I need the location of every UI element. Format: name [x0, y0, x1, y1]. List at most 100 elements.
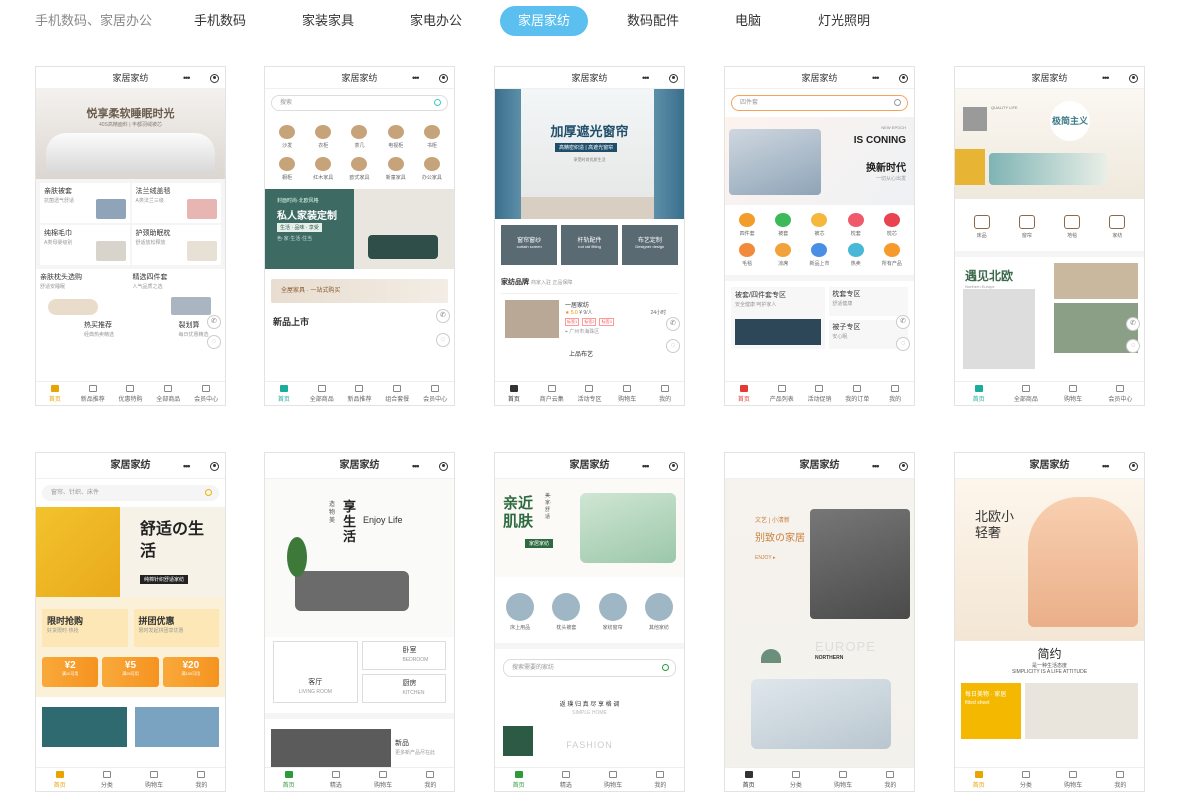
capsule-menu[interactable]: •••	[183, 72, 219, 84]
search-input[interactable]: 四件套	[731, 95, 908, 111]
phone-float-icon[interactable]: ✆	[1126, 317, 1140, 331]
tab-bar-item[interactable]: 购物车	[820, 768, 867, 791]
more-icon[interactable]: •••	[412, 72, 420, 84]
tab-bar-item[interactable]: 我的	[646, 382, 684, 405]
category-item[interactable]: 枕套	[838, 213, 874, 237]
tab-bar-item[interactable]: 分类	[83, 768, 130, 791]
product-thumb[interactable]	[134, 707, 219, 747]
more-icon[interactable]: •••	[872, 72, 880, 84]
tab-bar-item[interactable]: 活动促销	[801, 382, 839, 405]
tab-bar-item[interactable]: 会员中心	[416, 382, 454, 405]
category-item[interactable]: 四件套	[729, 213, 765, 237]
tab-bar-item[interactable]: 首页	[495, 768, 542, 791]
daily-tile[interactable]: 每日美物 · 家居 fitted sheet	[961, 683, 1021, 739]
chat-float-icon[interactable]: ◌	[896, 337, 910, 351]
tab-bar-item[interactable]: 首页	[265, 768, 312, 791]
banner-unique-home[interactable]: 文艺 | 小清新 别致の家居 ENJOY ▸ EUROPE NORTHERN	[725, 479, 914, 769]
category-item[interactable]: 家纺窗帘	[598, 593, 627, 631]
category-item[interactable]: 枕芯	[874, 213, 910, 237]
tab-bar-item[interactable]: 优惠特购	[112, 382, 150, 405]
product-thumb[interactable]	[42, 707, 127, 747]
search-input[interactable]: 搜索需要的家纺	[503, 659, 676, 677]
capsule-menu[interactable]: •••	[412, 460, 448, 472]
banner-custom-home[interactable]: 封面时尚·北欧风格 私人家装定制 生活 · 品味 · 享受 色·家·生活·住当	[265, 189, 454, 269]
tab-bar-item[interactable]: 首页	[725, 768, 772, 791]
template-card-5[interactable]: 家居家纺 ••• QUALITY LIFE 极简主义 床品 窗帘 地毯 家纺 遇见北欧 …	[954, 66, 1145, 406]
category-item[interactable]: 被套	[765, 213, 801, 237]
tab-bar-item[interactable]: 首页	[955, 382, 1002, 405]
chat-float-icon[interactable]: ◌	[666, 339, 680, 353]
search-input[interactable]: 窗帘、针织、床件	[42, 485, 219, 501]
promo-card[interactable]: 拼团优惠 限时发起拼团享优惠	[133, 609, 219, 647]
chat-float-icon[interactable]: ◌	[207, 335, 221, 349]
tab-bar-item[interactable]: 精选	[542, 768, 589, 791]
tab-bar-item[interactable]: 购物车	[131, 768, 178, 791]
tab-bar-item[interactable]: 新品推荐	[74, 382, 112, 405]
more-icon[interactable]: •••	[642, 72, 650, 84]
category-item[interactable]: 地毯	[1064, 215, 1081, 239]
capsule-menu[interactable]: •••	[872, 460, 908, 472]
category-item[interactable]: 电视柜	[378, 125, 414, 149]
category-item[interactable]: 凉席	[765, 243, 801, 267]
capsule-menu[interactable]: •••	[872, 72, 908, 84]
tab-bar-item[interactable]: 会员中心	[187, 382, 225, 405]
category-item[interactable]: 床上用品	[506, 593, 535, 631]
close-target-icon[interactable]	[669, 461, 678, 471]
close-target-icon[interactable]	[439, 73, 448, 83]
zone-card[interactable]: 枕套专区 舒适健康	[829, 287, 908, 316]
banner-new-epoch[interactable]: NEW EPOCH IS CONING 换新时代 一切从心出发	[725, 117, 914, 205]
close-target-icon[interactable]	[899, 461, 908, 471]
tab-bar-item[interactable]: 我的订单	[838, 382, 876, 405]
template-card-8[interactable]: 家居家纺 ••• 亲近肌肤 美·家·舒适 家居家纺 床上用品 枕头被套 家纺窗帘 其他家…	[494, 452, 685, 792]
tab-bar-item[interactable]: 我的	[867, 768, 914, 791]
category-item[interactable]: 沙发	[269, 125, 305, 149]
feature-cell[interactable]: 纯棉毛巾 A类母婴级别	[40, 225, 130, 265]
category-item[interactable]: 办公家具	[414, 157, 450, 181]
template-card-4[interactable]: 家居家纺 ••• 四件套 NEW EPOCH IS CONING 换新时代 一切从…	[724, 66, 915, 406]
tab-bar-item[interactable]: 购物车	[360, 768, 407, 791]
tab-bar-item[interactable]: 精选	[312, 768, 359, 791]
tab-bar-item[interactable]: 首页	[36, 382, 74, 405]
close-target-icon[interactable]	[1129, 73, 1138, 83]
room-card[interactable]: 厨房 KITCHEN	[361, 674, 446, 703]
lower-cell[interactable]: 亲肤枕头选购 舒适安睡眠	[40, 273, 129, 317]
capsule-menu[interactable]: •••	[412, 72, 448, 84]
tab-bar-item[interactable]: 我的	[407, 768, 454, 791]
shop-item-2[interactable]: 上品布艺	[501, 349, 678, 358]
banner-skin-close[interactable]: 亲近肌肤 美·家·舒适 家居家纺	[495, 479, 684, 577]
search-input[interactable]: 搜索	[271, 95, 448, 111]
lower-cell[interactable]: 精选四件套 人气品质之选	[133, 273, 222, 317]
category-item[interactable]: 橱柜	[269, 157, 305, 181]
promo-banner[interactable]: 全屋家具 · 一站式购买	[271, 279, 448, 303]
close-target-icon[interactable]	[899, 73, 908, 83]
category-item[interactable]: 热卖	[838, 243, 874, 267]
capsule-menu[interactable]: •••	[1102, 72, 1138, 84]
north-europe-section[interactable]: 遇见北欧 Northern Europe	[955, 257, 1144, 377]
fashion-banner[interactable]: FASHION	[503, 722, 676, 762]
tab-bar-item[interactable]: 我的	[637, 768, 684, 791]
tab-bar-item[interactable]: 首页	[265, 382, 303, 405]
lower-cell[interactable]: 热买推荐 经典热卖精选	[40, 321, 129, 353]
phone-float-icon[interactable]: ✆	[436, 309, 450, 323]
tab-bar-item[interactable]: 购物车	[1050, 382, 1097, 405]
new-arrival[interactable]: 新品 更多新产品尽在此	[265, 713, 454, 773]
banner-nordic-luxury[interactable]: 北欧小轻奢	[955, 479, 1144, 641]
template-card-1[interactable]: 家居家纺 ••• 悦享柔软睡眠时光 40S高精面料 | 丰都羽绒被芯 亲肤被套 抗菌…	[35, 66, 226, 406]
close-target-icon[interactable]	[210, 461, 219, 471]
promo-card[interactable]: 限时抢购 好货限时·热抢	[42, 609, 128, 647]
category-item[interactable]: 毛毯	[729, 243, 765, 267]
tab-bar-item[interactable]: 首页	[36, 768, 83, 791]
category-item[interactable]: 枕头被套	[552, 593, 581, 631]
tab-bar-item[interactable]: 组合套餐	[378, 382, 416, 405]
banner-enjoy-life[interactable]: 造物美 享生活 Enjoy Life	[265, 479, 454, 637]
more-icon[interactable]: •••	[183, 72, 191, 84]
feature-cell[interactable]: 法兰绒盖毯 A类法兰三级	[131, 183, 221, 223]
category-item[interactable]: 欧式家具	[341, 157, 377, 181]
category-item[interactable]: 新品上市	[801, 243, 837, 267]
tab-bar-item[interactable]: 会员中心	[1097, 382, 1144, 405]
more-icon[interactable]: •••	[1102, 460, 1110, 472]
template-card-3[interactable]: 家居家纺 ••• 加厚遮光窗帘 高精密织造 | 高遮光窗帘 享受时尚优质生活 窗帘…	[494, 66, 685, 406]
capsule-menu[interactable]: •••	[1102, 460, 1138, 472]
room-card[interactable]: 卧室 BEDROOM	[361, 641, 446, 670]
banner-enjoy[interactable]: ENJOY ▸	[755, 555, 775, 561]
